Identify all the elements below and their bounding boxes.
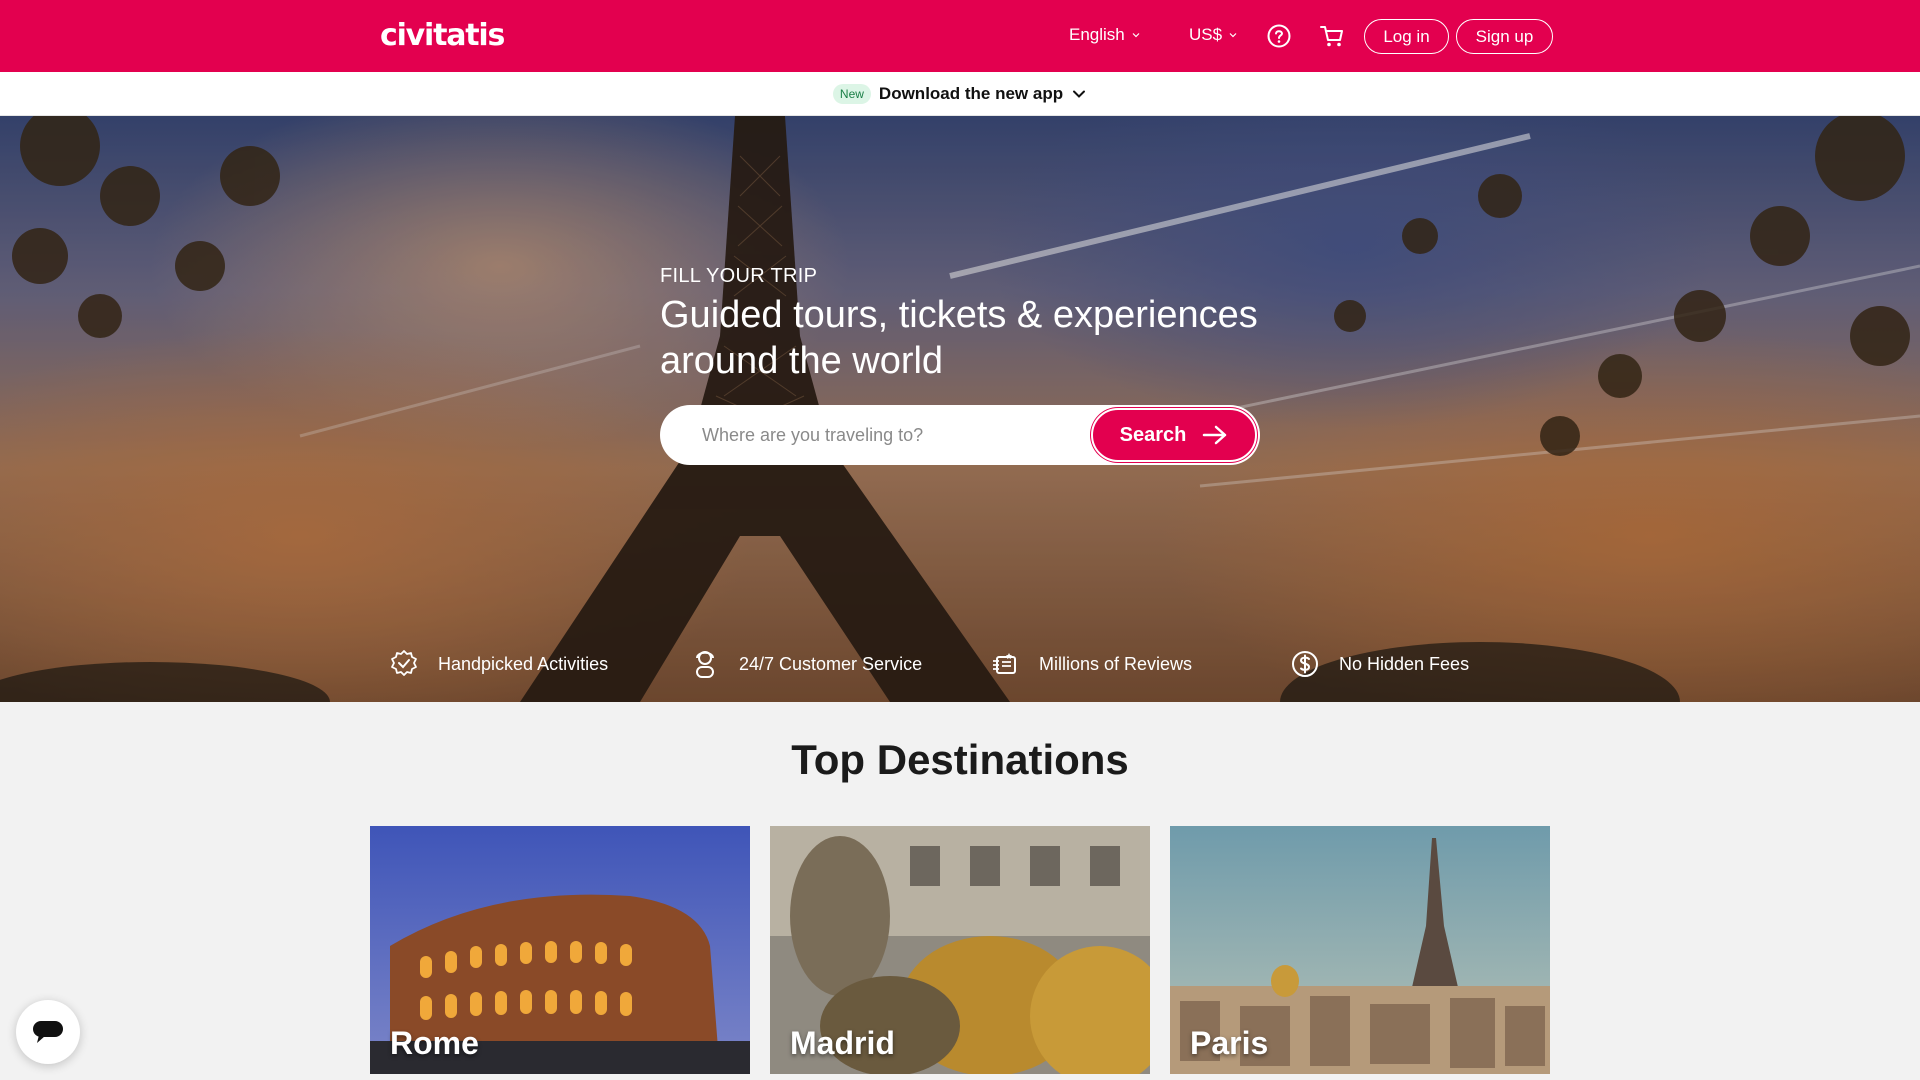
feature-label: Handpicked Activities [438,653,609,674]
language-label: English [1069,25,1125,44]
help-button[interactable] [1265,22,1293,50]
cart-button[interactable] [1318,22,1346,50]
destination-city-name: Rome [390,1025,479,1061]
feature-item: 24/7 Customer Service [689,642,922,686]
currency-label: US$ [1189,25,1223,44]
feature-item: No Hidden Fees [1289,642,1469,686]
customer-service-icon [696,651,714,678]
chevron-down-icon [1132,33,1140,38]
destination-city-name: Madrid [790,1025,895,1061]
feature-label: 24/7 Customer Service [739,653,923,674]
destination-card-rome[interactable]: Rome [370,826,750,1074]
signup-button[interactable]: Sign up [1456,19,1553,54]
destination-search-box: Search [660,405,1260,465]
destination-city-name: Paris [1190,1025,1269,1061]
reviews-icon [993,653,1016,674]
feature-label: Millions of Reviews [1039,653,1193,674]
top-navigation-bar: civitatis English US$ Log in Sign up [0,0,1920,72]
destination-card-paris[interactable]: Paris [1170,826,1550,1074]
verified-badge-icon [391,650,417,676]
feature-item: Millions of Reviews [989,642,1192,686]
chevron-down-icon [1229,33,1237,38]
login-button[interactable]: Log in [1364,19,1449,54]
search-button-label: Search [1119,423,1187,446]
top-destinations-title: Top Destinations [791,736,1129,783]
search-button[interactable]: Search [1091,408,1257,462]
hero-banner: FILL YOUR TRIP Guided tours, tickets & e… [0,116,1920,702]
destination-search-input[interactable] [702,420,1082,450]
shopping-cart-icon [1320,26,1343,47]
dollar-coin-icon [1292,651,1318,677]
chat-bubble-icon [33,1021,63,1043]
hero-kicker: FILL YOUR TRIP [660,265,818,287]
new-badge: New [832,83,871,104]
civitatis-logo[interactable]: civitatis [380,17,505,55]
language-selector[interactable]: English [1069,22,1141,48]
feature-item: Handpicked Activities [388,642,608,686]
feature-label: No Hidden Fees [1339,653,1470,674]
feature-strip: Handpicked Activities 24/7 Customer Serv… [0,642,1920,686]
currency-selector[interactable]: US$ [1189,22,1238,48]
help-icon [1267,24,1291,48]
hero-headline: Guided tours, tickets & experiences arou… [660,294,1258,382]
chevron-down-icon [1073,90,1086,98]
download-app-banner[interactable]: New Download the new app [0,72,1920,116]
destination-card-madrid[interactable]: Madrid [770,826,1150,1074]
download-app-label: Download the new app [878,83,1064,103]
chat-support-button[interactable] [16,1000,80,1064]
arrow-right-icon [1203,425,1227,445]
